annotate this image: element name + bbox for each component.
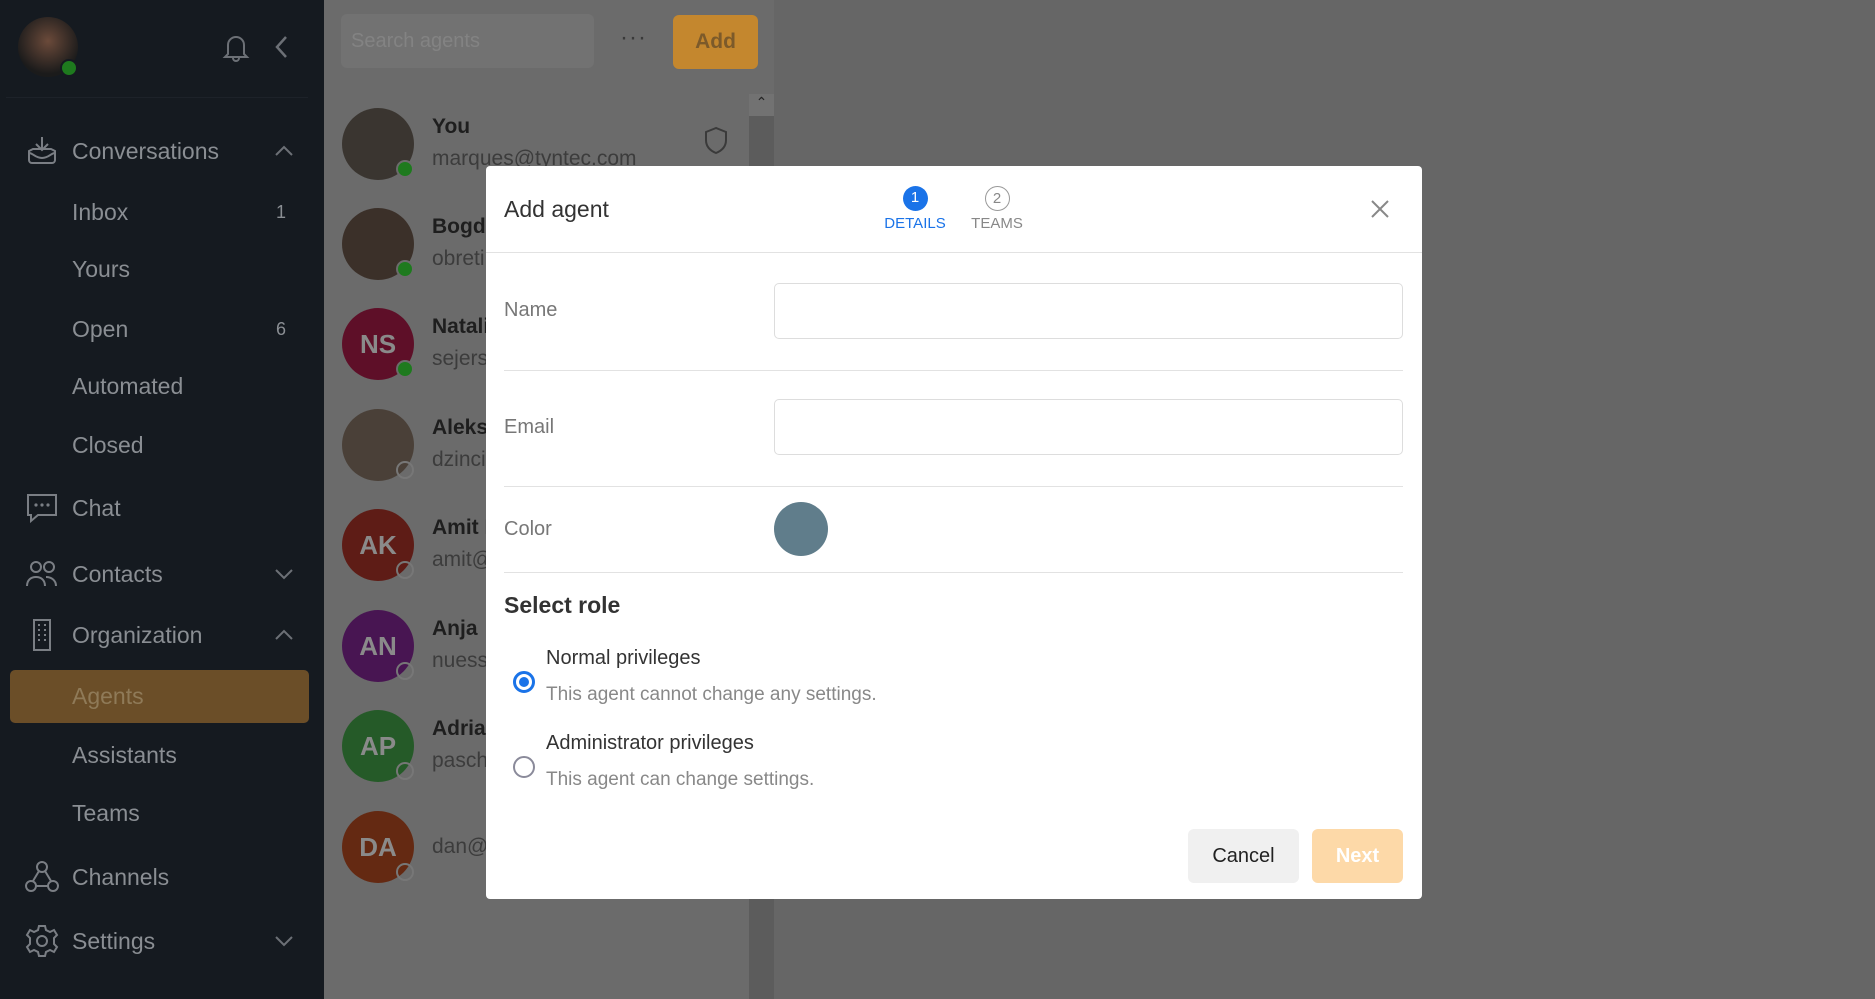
bell-icon[interactable] xyxy=(222,32,250,62)
count-badge: 1 xyxy=(275,201,286,222)
next-button[interactable]: Next xyxy=(1312,829,1403,883)
sidebar-item-label: Automated xyxy=(72,372,184,399)
divider xyxy=(504,370,1403,371)
sidebar-item-label: Closed xyxy=(72,431,144,458)
sidebar-item-assistants[interactable]: Assistants xyxy=(0,732,324,778)
email-label: Email xyxy=(504,416,555,438)
sidebar-item-teams[interactable]: Teams xyxy=(0,790,324,836)
sidebar-item-open[interactable]: Open 6 xyxy=(0,306,324,352)
email-input[interactable] xyxy=(774,399,1403,455)
agent-name[interactable]: Amit I xyxy=(432,516,490,540)
sidebar-item-label: Agents xyxy=(72,682,144,709)
chevron-down-icon[interactable] xyxy=(274,564,294,584)
sidebar-item-settings[interactable]: Settings xyxy=(0,918,324,964)
inbox-download-icon xyxy=(28,137,56,164)
sidebar-item-label: Chat xyxy=(72,494,121,521)
gear-icon xyxy=(25,925,59,957)
status-dot xyxy=(396,160,414,178)
sidebar-item-label: Contacts xyxy=(72,560,163,587)
agent-name[interactable]: You xyxy=(432,115,470,139)
chat-bubble-icon xyxy=(27,494,57,524)
role-description: This agent cannot change any settings. xyxy=(546,684,877,705)
collapse-chevron-icon[interactable] xyxy=(274,35,290,59)
status-dot xyxy=(396,662,414,680)
status-dot xyxy=(396,461,414,479)
add-agent-dialog: Add agent 1 DETAILS 2 TEAMS Name Email C… xyxy=(486,166,1422,899)
online-status-dot xyxy=(60,59,78,77)
role-title: Normal privileges xyxy=(546,647,701,669)
agent-email: dzinci xyxy=(432,448,486,471)
status-dot xyxy=(396,863,414,881)
status-dot xyxy=(396,561,414,579)
radio-admin-privileges[interactable] xyxy=(513,756,535,778)
agent-email: amit@ xyxy=(432,548,493,571)
sidebar-item-closed[interactable]: Closed xyxy=(0,422,324,468)
radio-normal-privileges[interactable] xyxy=(513,671,535,693)
sidebar-item-label: Channels xyxy=(72,863,170,890)
chevron-down-icon[interactable] xyxy=(274,931,294,951)
sidebar-item-label: Inbox xyxy=(72,198,129,225)
agent-email: sejers xyxy=(432,347,489,370)
status-dot xyxy=(396,762,414,780)
sidebar-item-label: Teams xyxy=(72,799,140,826)
step-label: TEAMS xyxy=(971,215,1023,232)
sidebar-item-label: Organization xyxy=(72,621,203,648)
people-icon xyxy=(26,561,57,587)
name-input[interactable] xyxy=(774,283,1403,339)
role-title: Administrator privileges xyxy=(546,732,754,754)
select-role-heading: Select role xyxy=(504,592,621,618)
shield-icon xyxy=(705,126,727,155)
divider xyxy=(504,572,1403,573)
agent-email: dan@ xyxy=(432,835,489,858)
scroll-up-button[interactable]: ⌃ xyxy=(749,94,774,116)
sidebar-item-organization[interactable]: Organization xyxy=(0,612,324,658)
sidebar-item-agents[interactable]: Agents xyxy=(0,673,324,719)
sidebar: Conversations Inbox 1 Yours Open 6 Automated Cl… xyxy=(0,0,324,999)
dialog-title: Add agent xyxy=(504,196,609,222)
status-dot xyxy=(396,260,414,278)
sidebar-item-yours[interactable]: Yours xyxy=(0,246,324,292)
cancel-button[interactable]: Cancel xyxy=(1188,829,1299,883)
sidebar-item-chat[interactable]: Chat xyxy=(0,485,324,531)
sidebar-item-channels[interactable]: Channels xyxy=(0,854,324,900)
channels-icon xyxy=(25,861,59,892)
header-divider xyxy=(486,252,1422,253)
divider xyxy=(504,486,1403,487)
sidebar-item-inbox[interactable]: Inbox 1 xyxy=(0,189,324,235)
name-label: Name xyxy=(504,299,558,321)
step-teams[interactable]: 2 TEAMS xyxy=(957,186,1037,232)
color-label: Color xyxy=(504,518,552,540)
close-icon[interactable] xyxy=(1370,199,1390,219)
sidebar-item-label: Conversations xyxy=(72,137,220,164)
add-agent-button[interactable]: Add xyxy=(673,15,758,69)
search-agents-input[interactable]: Search agents xyxy=(341,14,594,68)
sidebar-divider xyxy=(6,97,308,98)
step-number: 1 xyxy=(902,186,928,211)
count-badge: 6 xyxy=(275,318,286,339)
agent-email: pasch xyxy=(432,749,489,772)
step-number: 2 xyxy=(984,186,1010,211)
building-icon xyxy=(33,619,51,651)
sidebar-item-contacts[interactable]: Contacts xyxy=(0,551,324,597)
sidebar-item-label: Yours xyxy=(72,255,130,282)
status-dot xyxy=(396,360,414,378)
sidebar-item-label: Open xyxy=(72,315,129,342)
step-label: DETAILS xyxy=(884,215,946,232)
sidebar-item-automated[interactable]: Automated xyxy=(0,363,324,409)
sidebar-item-conversations[interactable]: Conversations xyxy=(0,128,324,174)
agent-name[interactable]: Natali xyxy=(432,315,489,339)
agent-email: nuess xyxy=(432,649,489,672)
agent-email: obreti xyxy=(432,247,485,270)
role-description: This agent can change settings. xyxy=(546,769,815,790)
sidebar-item-label: Assistants xyxy=(72,741,177,768)
agent-name[interactable]: Anja xyxy=(432,617,478,641)
chevron-up-icon[interactable] xyxy=(274,625,294,645)
step-details[interactable]: 1 DETAILS xyxy=(875,186,955,232)
sidebar-item-label: Settings xyxy=(72,927,156,954)
color-swatch[interactable] xyxy=(774,502,828,556)
chevron-up-icon[interactable] xyxy=(274,141,294,161)
agent-name[interactable]: Aleks xyxy=(432,416,488,440)
more-options-button[interactable]: ··· xyxy=(620,24,647,52)
